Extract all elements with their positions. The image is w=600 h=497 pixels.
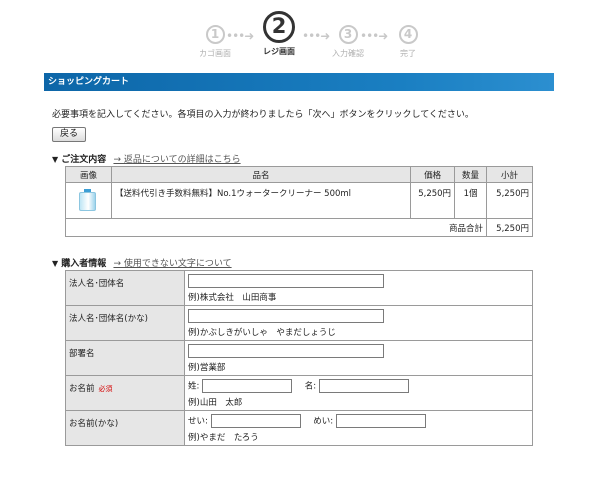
step-label: カゴ画面: [199, 49, 231, 58]
total-value: 5,250円: [486, 218, 533, 237]
field-label: お名前(かな): [65, 410, 185, 446]
table-row: 【送料代引き手数料無料】No.1ウォータークリーナー 500ml 5,250円 …: [65, 182, 533, 219]
last-name-kana-label: せい:: [188, 416, 208, 427]
first-name-label: 名:: [304, 381, 317, 392]
col-qty: 数量: [454, 166, 487, 183]
form-row-name: お名前 必須 姓: 名: 例)山田 太郎: [65, 375, 533, 411]
product-image-cell: [65, 182, 112, 219]
instructions-text: 必要事項を記入してください。各項目の入力が終わりましたら「次へ」ボタンをクリック…: [52, 110, 474, 120]
col-name: 品名: [110, 166, 412, 183]
returns-info-link[interactable]: → 返品についての詳細はこちら: [113, 155, 240, 165]
buyer-section-title: 購入者情報: [61, 259, 107, 269]
step-label: 入力確認: [332, 49, 364, 58]
total-label: 商品合計: [65, 218, 487, 237]
triangle-down-icon: ▼: [52, 155, 59, 164]
step-number: 4: [398, 25, 418, 44]
checkout-progress: 1 カゴ画面 •••➜ 2 レジ画面 •••➜ 3 入力確認 •••➜ 4 完了: [0, 0, 600, 70]
step-number: 3: [338, 25, 358, 44]
product-price: 5,250円: [410, 182, 456, 219]
step-number: 1: [205, 25, 225, 44]
page-title-bar: ショッピングカート: [44, 73, 554, 91]
step-register: 2 レジ画面: [249, 0, 309, 57]
field-example: 例)かぶしきがいしゃ やまだしょうじ: [188, 328, 336, 338]
first-name-input[interactable]: [318, 379, 409, 393]
product-qty: 1個: [454, 182, 487, 219]
field-label: お名前: [69, 384, 95, 394]
product-subtotal: 5,250円: [486, 182, 533, 219]
back-button[interactable]: 戻る: [52, 127, 86, 142]
step-label: 完了: [400, 49, 416, 58]
triangle-down-icon: ▼: [52, 259, 59, 268]
last-name-kana-pair: せい:: [188, 414, 301, 428]
field-label: 部署名: [65, 340, 185, 376]
order-section-title: ご注文内容: [61, 155, 107, 165]
last-name-input[interactable]: [202, 379, 293, 393]
step-number: 2: [263, 11, 295, 43]
last-name-pair: 姓:: [188, 379, 293, 393]
last-name-kana-input[interactable]: [210, 414, 301, 428]
field-label: 法人名･団体名(かな): [65, 305, 185, 341]
product-name: 【送料代引き手数料無料】No.1ウォータークリーナー 500ml: [110, 182, 412, 219]
department-input[interactable]: [188, 344, 384, 358]
col-price: 価格: [410, 166, 456, 183]
required-badge: 必須: [98, 385, 113, 393]
step-label: レジ画面: [263, 47, 295, 56]
field-example: 例)株式会社 山田商事: [188, 293, 277, 303]
col-subtotal: 小計: [486, 166, 533, 183]
first-name-kana-label: めい:: [313, 416, 334, 427]
field-example: 例)営業部: [188, 363, 226, 373]
unusable-characters-link[interactable]: → 使用できない文字について: [113, 259, 231, 269]
form-row-department: 部署名 例)営業部: [65, 340, 533, 376]
buyer-section-heading: ▼ 購入者情報 → 使用できない文字について: [52, 256, 232, 269]
form-row-company: 法人名･団体名 例)株式会社 山田商事: [65, 270, 533, 306]
product-thumbnail[interactable]: [74, 189, 102, 212]
field-label: 法人名･団体名: [65, 270, 185, 306]
order-table: 画像 品名 価格 数量 小計 【送料代引き手数料無料】No.1ウォータークリーナ…: [65, 166, 533, 237]
last-name-label: 姓:: [188, 381, 200, 392]
form-row-name-kana: お名前(かな) せい: めい: 例)やまだ たろう: [65, 410, 533, 446]
step-complete: 4 完了: [378, 0, 438, 59]
col-image: 画像: [65, 166, 112, 183]
buyer-form-table: 法人名･団体名 例)株式会社 山田商事 法人名･団体名(かな) 例)かぶしきがい…: [65, 270, 533, 446]
form-row-company-kana: 法人名･団体名(かな) 例)かぶしきがいしゃ やまだしょうじ: [65, 305, 533, 341]
first-name-kana-input[interactable]: [335, 414, 426, 428]
first-name-pair: 名:: [305, 379, 409, 393]
first-name-kana-pair: めい:: [313, 414, 426, 428]
field-example: 例)やまだ たろう: [188, 433, 259, 443]
order-section-heading: ▼ ご注文内容 → 返品についての詳細はこちら: [52, 152, 241, 165]
field-example: 例)山田 太郎: [188, 398, 243, 408]
order-table-header: 画像 品名 価格 数量 小計: [65, 166, 533, 183]
company-name-input[interactable]: [188, 274, 384, 288]
total-row: 商品合計 5,250円: [65, 218, 533, 237]
company-name-kana-input[interactable]: [188, 309, 384, 323]
